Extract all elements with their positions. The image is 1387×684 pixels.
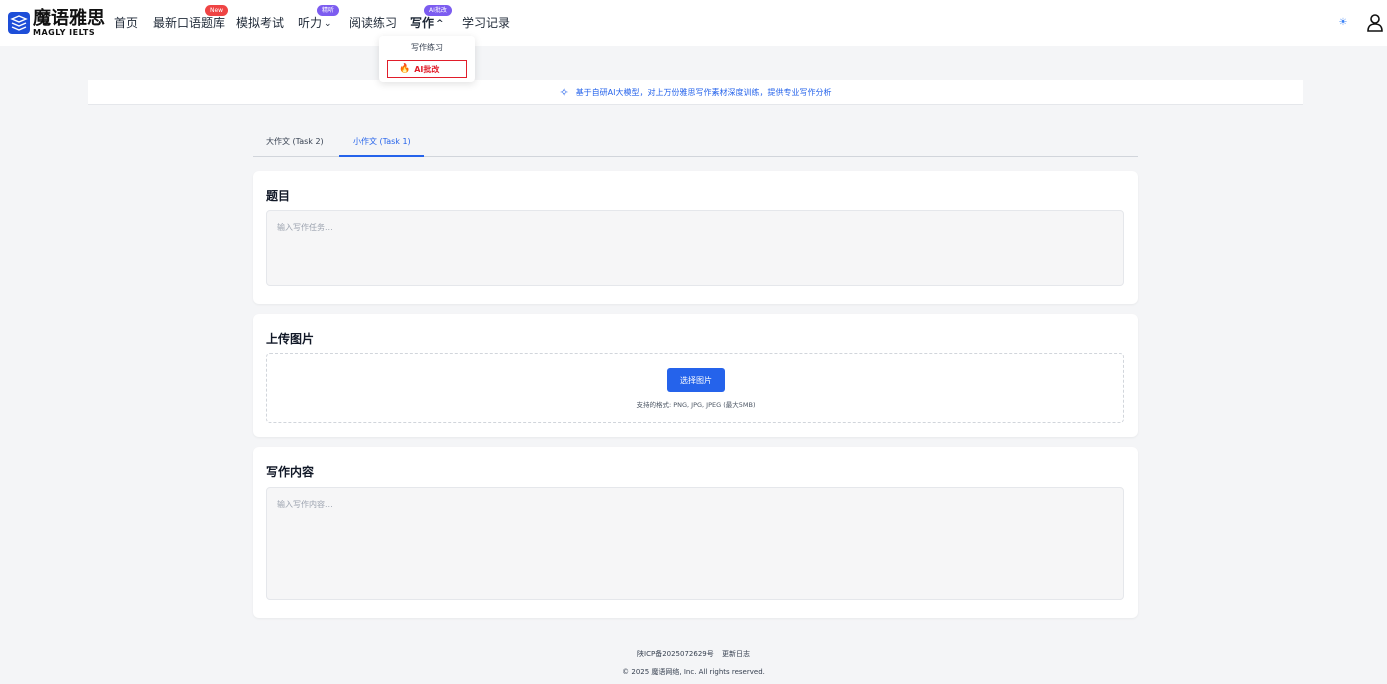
topic-title: 题目 (266, 189, 291, 203)
content-title: 写作内容 (266, 465, 315, 479)
content-input[interactable]: 输入写作内容... (266, 487, 1124, 600)
task-tabs: 大作文 (Task 2) 小作文 (Task 1) (253, 126, 1138, 157)
upload-format-hint: 支持的格式: PNG, JPG, JPEG (最大5MB) (636, 401, 756, 409)
sun-icon[interactable]: ☀ (1337, 17, 1349, 29)
tab-task2[interactable]: 大作文 (Task 2) (266, 136, 324, 147)
nav-listening-label: 听力 (298, 16, 323, 30)
user-icon[interactable] (1366, 13, 1384, 33)
chevron-up-icon: ^ (436, 19, 444, 29)
icp-link[interactable]: 陕ICP备2025072629号 (637, 650, 714, 658)
banner-text: 基于自研AI大模型，对上万份雅思写作素材深度训练，提供专业写作分析 (575, 87, 832, 97)
changelog-link[interactable]: 更新日志 (722, 650, 750, 658)
new-badge: New (205, 5, 229, 16)
nav-writing-label: 写作 (410, 16, 435, 30)
topic-input-placeholder: 输入写作任务... (277, 223, 333, 232)
footer-copyright: © 2025 魔语网络, Inc. All rights reserved. (622, 668, 765, 676)
brand-logo[interactable]: 魔语雅思 MAGLY IELTS (8, 7, 105, 37)
intensive-listening-badge: 精听 (317, 5, 340, 16)
ai-grading-badge: AI批改 (424, 5, 452, 16)
tab-task1[interactable]: 小作文 (Task 1) (353, 136, 411, 147)
sparkle-icon: ✧ (559, 85, 569, 99)
nav-speaking-bank[interactable]: 最新口语题库 (153, 16, 225, 30)
menu-item-ai-grading-label: AI批改 (414, 64, 440, 74)
content-card: 写作内容 输入写作内容... (253, 447, 1138, 618)
brand-name-en: MAGLY IELTS (33, 27, 96, 37)
menu-item-writing-practice[interactable]: 写作练习 (379, 42, 475, 53)
top-navigation-bar: 魔语雅思 MAGLY IELTS 首页 最新口语题库 New 模拟考试 听力 ⌄ … (0, 0, 1387, 46)
fire-icon: 🔥 (399, 64, 411, 74)
upload-dropzone[interactable]: 选择图片 支持的格式: PNG, JPG, JPEG (最大5MB) (266, 353, 1124, 423)
upload-title: 上传图片 (266, 332, 315, 346)
nav-writing[interactable]: 写作 ^ (410, 16, 444, 31)
nav-mock-exam[interactable]: 模拟考试 (236, 16, 284, 30)
topic-card: 题目 输入写作任务... (253, 171, 1138, 304)
nav-listening[interactable]: 听力 ⌄ (298, 16, 332, 31)
chevron-down-icon: ⌄ (324, 19, 332, 29)
nav-home[interactable]: 首页 (114, 16, 138, 30)
nav-speaking-bank-label: 最新口语题库 (153, 16, 226, 30)
writing-dropdown-menu: 写作练习 🔥 AI批改 (379, 36, 475, 82)
footer-links: 陕ICP备2025072629号 更新日志 (0, 649, 1387, 659)
topic-input[interactable]: 输入写作任务... (266, 210, 1124, 286)
logo-icon (8, 12, 30, 34)
choose-image-button[interactable]: 选择图片 (667, 368, 725, 392)
nav-reading[interactable]: 阅读练习 (349, 16, 397, 30)
menu-item-ai-grading[interactable]: 🔥 AI批改 (387, 60, 467, 78)
active-tab-indicator (339, 155, 424, 157)
upload-card: 上传图片 选择图片 支持的格式: PNG, JPG, JPEG (最大5MB) (253, 314, 1138, 437)
nav-study-record[interactable]: 学习记录 (462, 16, 510, 30)
brand-name: 魔语雅思 (33, 7, 105, 29)
content-input-placeholder: 输入写作内容... (277, 500, 333, 509)
info-banner: ✧ 基于自研AI大模型，对上万份雅思写作素材深度训练，提供专业写作分析 (88, 80, 1303, 105)
